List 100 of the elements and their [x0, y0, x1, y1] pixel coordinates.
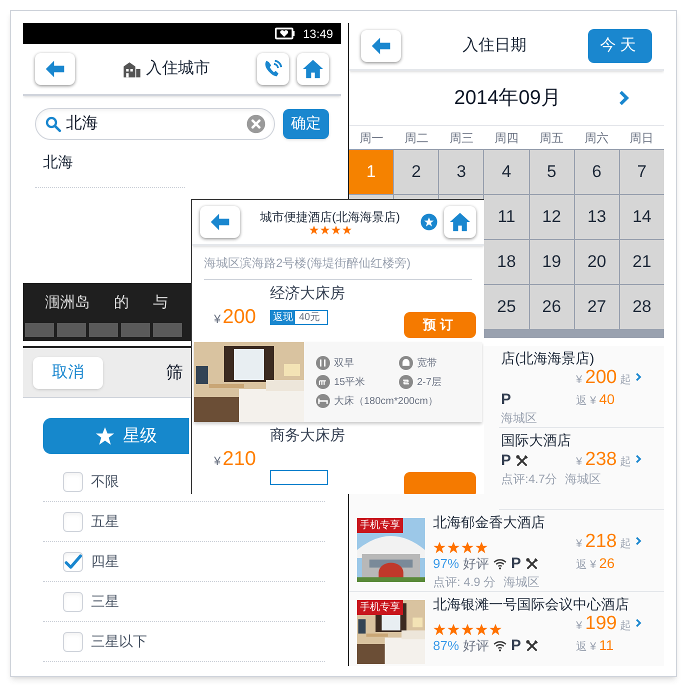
amenity-icon [399, 375, 413, 389]
currency-sign: ¥ [590, 640, 596, 655]
month-title: 2014年09月 [453, 86, 562, 111]
district-label: 海城区 [501, 410, 537, 426]
district-label: 海城区 [504, 574, 540, 590]
amenity-icon [316, 394, 330, 408]
parking-sign: P [501, 390, 512, 410]
day-cell[interactable]: 2 [394, 150, 438, 194]
rating-percent: 97% [433, 555, 460, 574]
currency-sign: ¥ [590, 394, 596, 409]
checkbox[interactable] [63, 632, 83, 652]
day-cell[interactable]: 7 [620, 150, 664, 194]
suggestion-word[interactable]: 涠洲岛 [45, 292, 90, 314]
day-cell[interactable]: 28 [620, 285, 664, 329]
price: 200 [585, 367, 617, 389]
amenity-label: 大床（180cm*200cm） [334, 394, 438, 408]
star-icon [447, 623, 460, 636]
option-label: 不限 [91, 472, 119, 491]
amenity-label: 双早 [334, 356, 354, 370]
suggestion-word[interactable]: 与 [153, 292, 168, 314]
promo-badge: 手机专享 [357, 600, 403, 615]
chevron-icon[interactable] [634, 453, 643, 465]
day-cell[interactable]: 5 [530, 150, 574, 194]
day-cell[interactable]: 3 [439, 150, 484, 194]
day-cell[interactable]: 12 [530, 195, 574, 239]
checkbox[interactable] [63, 552, 83, 572]
chevron-icon[interactable] [634, 371, 643, 383]
cashback-tag [270, 470, 328, 485]
currency-sign: ¥ [214, 453, 221, 470]
checkbox[interactable] [63, 512, 83, 532]
parking-sign: P [511, 554, 522, 574]
day-cell[interactable]: 4 [484, 150, 529, 194]
search-field[interactable]: 北海 [35, 108, 275, 140]
day-cell[interactable]: 27 [574, 285, 619, 329]
back-button[interactable] [361, 30, 401, 62]
search-icon [44, 115, 62, 133]
cashback-amount: 40 [599, 390, 615, 409]
hotel-name[interactable]: 北海银滩一号国际会议中心酒店 [433, 595, 656, 613]
cancel-button[interactable]: 取消 [33, 356, 103, 388]
call-button[interactable] [257, 53, 289, 85]
today-button[interactable]: 今天 [588, 29, 652, 63]
price: 199 [585, 613, 617, 635]
from-label: 起 [620, 455, 631, 470]
price: 218 [585, 531, 617, 553]
star-icon [489, 623, 502, 636]
home-button[interactable] [444, 206, 476, 238]
hotel-title: 城市便捷酒店(北海海景店) [260, 209, 400, 225]
option-label: 三星 [91, 592, 119, 611]
rating-percent: 87% [433, 637, 460, 656]
rating-label: 好评 [463, 637, 490, 656]
star-icon [320, 225, 330, 235]
clear-icon[interactable] [246, 114, 266, 134]
status-time: 13:49 [302, 26, 333, 42]
home-button[interactable] [297, 53, 329, 85]
star-icon [447, 541, 460, 554]
day-cell[interactable]: 20 [574, 240, 619, 284]
hotel-name[interactable]: 北海郁金香大酒店 [433, 513, 656, 531]
room-name: 经济大床房 [270, 284, 346, 304]
currency-sign: ¥ [576, 619, 582, 634]
screen-title: 入住城市 [146, 58, 210, 79]
day-cell[interactable]: 11 [484, 195, 529, 239]
day-cell[interactable]: 19 [530, 240, 574, 284]
result-item[interactable]: 北海 [35, 152, 185, 188]
back-button[interactable] [35, 53, 75, 85]
amenity-label: 2-7层 [417, 376, 442, 390]
star-icon [475, 541, 488, 554]
hotel-name[interactable]: 店(北海海景店) [501, 349, 656, 367]
confirm-button[interactable]: 确定 [283, 109, 329, 139]
day-cell[interactable]: 13 [574, 195, 619, 239]
parking-sign: P [511, 636, 522, 656]
star-icon [308, 225, 318, 235]
cashback-label: 返 [576, 640, 587, 655]
cashback-amount: 11 [599, 636, 614, 655]
star-icon [342, 225, 352, 235]
suggestion-word[interactable]: 的 [114, 292, 129, 314]
check-icon [64, 552, 82, 570]
chevron-icon[interactable] [634, 617, 643, 629]
day-cell[interactable]: 18 [484, 240, 529, 284]
checkbox[interactable] [63, 592, 83, 612]
amenity-label: 宽带 [417, 356, 437, 370]
rating-label: 好评 [463, 555, 490, 574]
day-cell[interactable]: 26 [530, 285, 574, 329]
hotel-name[interactable]: 国际大酒店 [501, 431, 656, 449]
star-level-tab[interactable]: 星级 [43, 418, 189, 454]
weekday-label: 周四 [494, 130, 520, 146]
weekday-label: 周日 [628, 130, 654, 146]
day-cell[interactable]: 21 [620, 240, 664, 284]
review-score: 点评:4.7分 [501, 471, 558, 487]
back-button[interactable] [200, 206, 240, 238]
amenity-icon [316, 356, 330, 370]
currency-sign: ¥ [576, 537, 582, 552]
chevron-icon[interactable] [634, 535, 643, 547]
currency-sign: ¥ [576, 373, 582, 388]
checkbox[interactable] [63, 472, 83, 492]
address-text: 海城区滨海路2号楼(海堤街醉仙红楼旁) [204, 246, 472, 280]
back-arrow-icon [44, 58, 66, 80]
day-cell[interactable]: 14 [620, 195, 664, 239]
day-cell[interactable]: 6 [574, 150, 619, 194]
screen-title: 入住日期 [462, 36, 528, 56]
day-cell[interactable]: 25 [484, 285, 529, 329]
